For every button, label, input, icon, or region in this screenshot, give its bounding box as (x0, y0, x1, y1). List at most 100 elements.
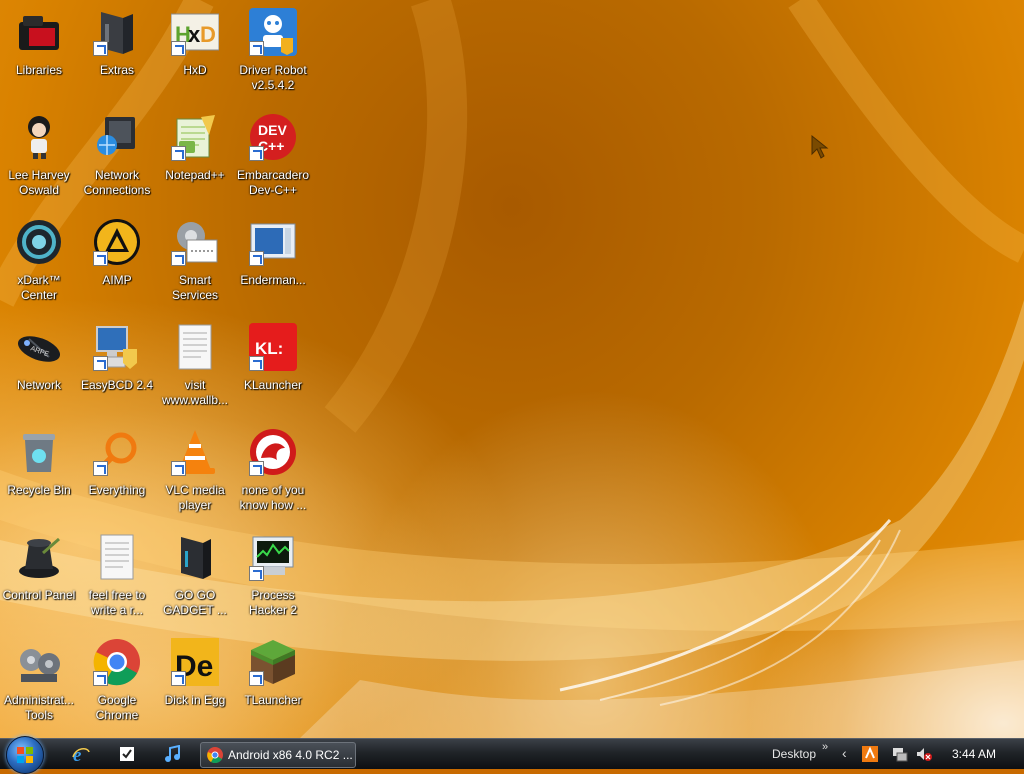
tray-expand-icon[interactable]: ‹ (842, 745, 847, 761)
libraries-icon (15, 8, 63, 56)
icon-label: KLauncher (243, 378, 303, 392)
internet-explorer-icon[interactable]: e (72, 745, 90, 763)
show-desktop-icon[interactable] (118, 745, 136, 763)
icon-label: HxD (183, 63, 207, 77)
klauncher-icon: KL: (249, 323, 297, 371)
desktop-icon-network-connections[interactable]: Network Connections (79, 109, 155, 209)
desktop-icon-process-hacker[interactable]: Process Hacker 2 (235, 529, 311, 629)
taskbar-clock[interactable]: 3:44 AM (952, 747, 996, 761)
hxd-icon: HxD (170, 8, 220, 56)
icon-label: feel free to write a r... (88, 588, 146, 617)
desktop-icon-control-panel[interactable]: Control Panel (1, 529, 77, 629)
vlc-icon (171, 428, 219, 476)
icon-label: Extras (99, 63, 134, 77)
dragon-icon (249, 428, 297, 476)
icon-label: xDark™ Center (17, 273, 61, 302)
notepad-icon (171, 113, 219, 161)
icon-label: Driver Robot v2.5.4.2 (239, 63, 307, 92)
desktop-icon-recycle-bin[interactable]: Recycle Bin (1, 424, 77, 524)
icon-label: Process Hacker 2 (248, 588, 298, 617)
desktop-toolbar-label[interactable]: Desktop (772, 747, 816, 761)
icon-label: Network (16, 378, 61, 392)
desktop-icon-hxd[interactable]: HxD HxD (157, 4, 233, 104)
mouse-cursor-icon (811, 134, 829, 159)
desktop-icon-go-go-gadget[interactable]: GO GO GADGET ... (157, 529, 233, 629)
desktop-icon-klauncher[interactable]: KL: KLauncher (235, 319, 311, 419)
desktop-icon-enderman[interactable]: Enderman... (235, 214, 311, 314)
icon-label: AIMP (102, 273, 132, 287)
chrome-icon (93, 638, 141, 686)
icon-label: Lee Harvey Oswald (8, 168, 70, 197)
icon-label: Everything (88, 483, 146, 497)
toolbar-chevron-icon[interactable]: » (822, 741, 828, 753)
taskbar-task-android-x86[interactable]: Android x86 4.0 RC2 ... (200, 742, 356, 768)
desktop-icon-driver-robot[interactable]: Driver Robot v2.5.4.2 (235, 4, 311, 104)
icon-label: EasyBCD 2.4 (80, 378, 154, 392)
desktop-icon-easybcd[interactable]: EasyBCD 2.4 (79, 319, 155, 419)
recycle-bin-icon (15, 428, 63, 476)
tray-app-icon[interactable] (862, 746, 878, 762)
desktop-icon-none-of-you[interactable]: none of you know how ... (235, 424, 311, 524)
driver-robot-icon (249, 8, 297, 56)
icon-label: Libraries (15, 63, 63, 77)
chrome-icon (207, 747, 223, 763)
network-tray-icon[interactable] (892, 746, 908, 762)
desktop-icon-everything[interactable]: Everything (79, 424, 155, 524)
network-icon: ARPE (15, 323, 63, 371)
desktop-icon-feel-free[interactable]: feel free to write a r... (79, 529, 155, 629)
icon-label: visit www.wallb... (161, 378, 229, 407)
desktop-icon-libraries[interactable]: Libraries (1, 4, 77, 104)
desktop-icon-aimp[interactable]: AIMP (79, 214, 155, 314)
desktop-icon-tlauncher[interactable]: TLauncher (235, 634, 311, 734)
desktop-icon-vlc[interactable]: VLC media player (157, 424, 233, 524)
icon-label: Embarcadero Dev-C++ (236, 168, 310, 197)
desktop-background[interactable]: Libraries Extras HxD HxD Driver Robot v2… (0, 0, 1024, 738)
windows-logo-icon (17, 747, 33, 763)
shortcut-arrow-icon (171, 671, 186, 686)
desktop-icon-notepad-plus-plus[interactable]: Notepad++ (157, 109, 233, 209)
network-connections-icon (93, 113, 141, 161)
desktop-icon-dev-cpp[interactable]: DEV C++ Embarcadero Dev-C++ (235, 109, 311, 209)
svg-text:DEV: DEV (258, 122, 287, 138)
icon-label: TLauncher (244, 693, 302, 707)
de-icon: De (171, 638, 219, 686)
shortcut-arrow-icon (249, 251, 264, 266)
icon-label: Enderman... (240, 273, 306, 287)
shortcut-arrow-icon (249, 41, 264, 56)
desktop-icon-xdark-center[interactable]: xDark™ Center (1, 214, 77, 314)
devcpp-icon: DEV C++ (249, 113, 297, 161)
icon-label: Notepad++ (165, 168, 225, 182)
shortcut-arrow-icon (249, 146, 264, 161)
icon-label: VLC media player (165, 483, 225, 512)
shortcut-arrow-icon (171, 461, 186, 476)
desktop-icon-dick-in-egg[interactable]: De Dick in Egg (157, 634, 233, 734)
icon-label: none of you know how ... (239, 483, 307, 512)
document-icon (93, 533, 141, 581)
desktop-icon-google-chrome[interactable]: Google Chrome (79, 634, 155, 734)
shortcut-arrow-icon (171, 41, 186, 56)
desktop-icon-extras[interactable]: Extras (79, 4, 155, 104)
shortcut-arrow-icon (171, 146, 186, 161)
desktop-icon-network[interactable]: ARPE Network (1, 319, 77, 419)
shortcut-arrow-icon (171, 251, 186, 266)
shortcut-arrow-icon (249, 671, 264, 686)
grass-block-icon (249, 638, 297, 686)
window-icon (249, 218, 297, 266)
start-button[interactable] (6, 736, 44, 774)
desktop-icon-visit-wallb[interactable]: visit www.wallb... (157, 319, 233, 419)
icon-label: Recycle Bin (7, 483, 71, 497)
person-icon (15, 113, 63, 161)
shortcut-arrow-icon (249, 356, 264, 371)
music-note-icon[interactable] (164, 745, 182, 763)
icon-label: Network Connections (83, 168, 151, 197)
desktop-icon-lee-harvey-oswald[interactable]: Lee Harvey Oswald (1, 109, 77, 209)
aimp-icon (93, 218, 141, 266)
desktop-icon-administrative-tools[interactable]: Administrat... Tools (1, 634, 77, 734)
gear-icon (171, 218, 219, 266)
icon-label: GO GO GADGET ... (163, 588, 227, 617)
task-label: Android x86 4.0 RC2 ... (228, 748, 353, 762)
shortcut-arrow-icon (93, 356, 108, 371)
volume-muted-icon[interactable] (916, 746, 932, 762)
desktop-icon-smart-services[interactable]: Smart Services (157, 214, 233, 314)
shortcut-arrow-icon (249, 461, 264, 476)
